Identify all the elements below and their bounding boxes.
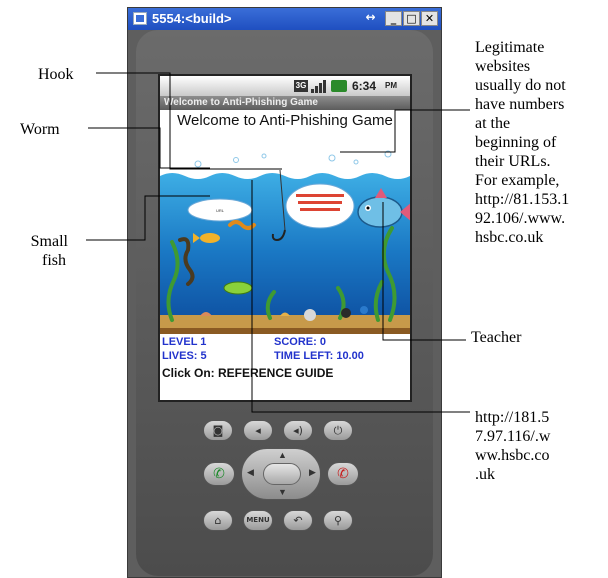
annotation-connectors bbox=[86, 72, 470, 413]
